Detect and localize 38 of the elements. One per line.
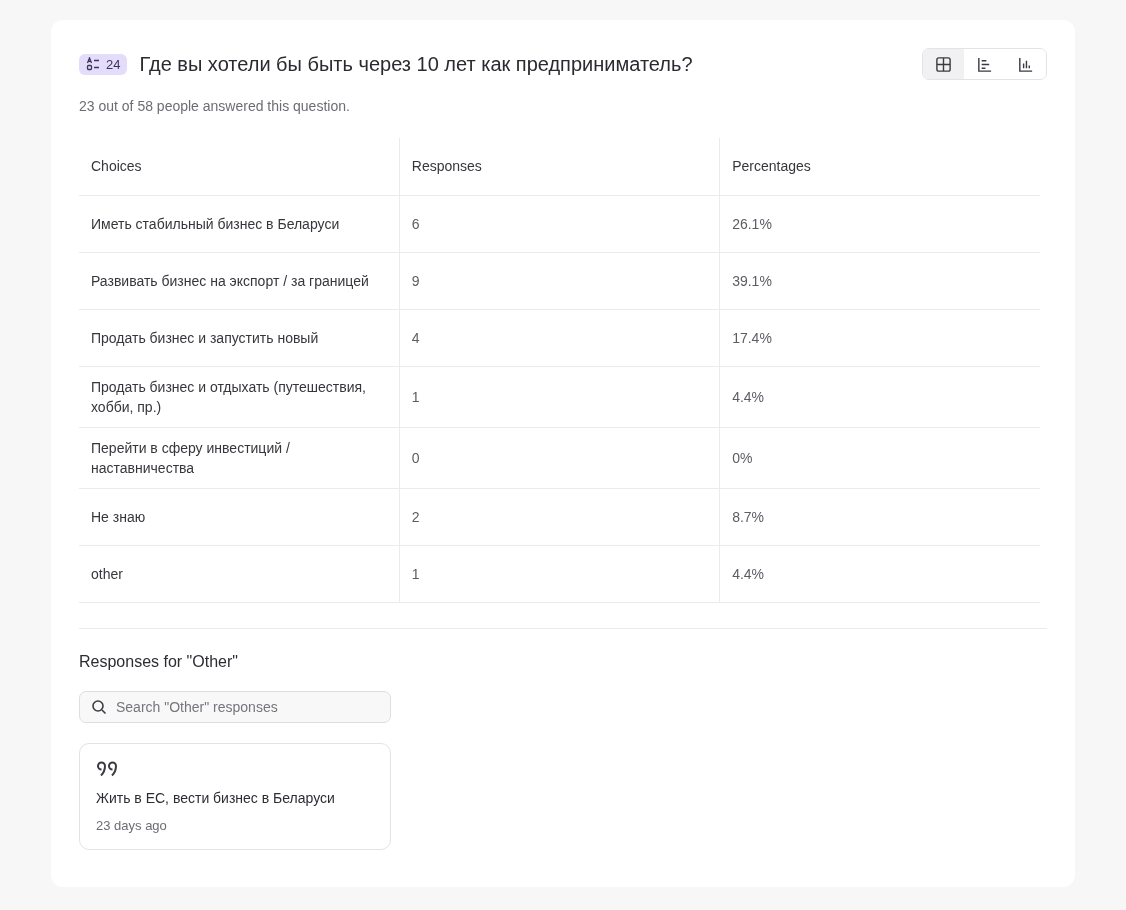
table-cell: 6 xyxy=(399,195,720,252)
table-cell: 26.1% xyxy=(719,195,1040,252)
choice-list-icon xyxy=(86,57,100,71)
vertical-bars-icon xyxy=(1017,55,1034,73)
table-cell: Развивать бизнес на экспорт / за границей xyxy=(79,252,400,309)
column-header: Responses xyxy=(399,138,720,195)
table-cell: Продать бизнес и запустить новый xyxy=(79,309,400,366)
table-cell: other xyxy=(79,545,400,602)
table-cell: 4 xyxy=(399,309,720,366)
table-icon xyxy=(935,55,952,73)
table-cell: 8.7% xyxy=(719,488,1040,545)
table-cell: 39.1% xyxy=(719,252,1040,309)
table-cell: Не знаю xyxy=(79,488,400,545)
table-cell: 2 xyxy=(399,488,720,545)
table-cell: 4.4% xyxy=(719,545,1040,602)
table-cell: 4.4% xyxy=(719,366,1040,427)
table-cell: Продать бизнес и отдыхать (путешествия, хобби, пр.) xyxy=(79,366,400,427)
view-mode-button[interactable] xyxy=(923,49,964,79)
answer-count: 23 out of 58 people answered this question. xyxy=(79,98,351,114)
column-header: Choices xyxy=(79,138,400,195)
quote-icon xyxy=(96,759,118,778)
response-time: 23 days ago xyxy=(96,817,168,833)
response-text: Жить в ЕС, вести бизнес в Беларуси xyxy=(96,789,336,806)
table-cell: 1 xyxy=(399,366,720,427)
question-title: Где вы хотели бы быть через 10 лет как предприниматель? xyxy=(139,52,694,76)
question-number: 24 xyxy=(106,56,121,72)
table-cell: Иметь стабильный бизнес в Беларуси xyxy=(79,195,400,252)
search-field[interactable]: Search "Other" responses xyxy=(79,690,391,723)
table-cell: 9 xyxy=(399,252,720,309)
horizontal-bars-icon xyxy=(976,55,993,73)
search-icon xyxy=(91,698,107,715)
table-cell: 17.4% xyxy=(719,309,1040,366)
table-cell: 1 xyxy=(399,545,720,602)
column-header: Percentages xyxy=(719,138,1040,195)
table-cell: 0 xyxy=(399,427,720,488)
table-cell: Перейти в сферу инвестиций / наставничества xyxy=(79,427,400,488)
section-heading: Responses for "Other" xyxy=(79,652,239,671)
table-cell: 0% xyxy=(719,427,1040,488)
